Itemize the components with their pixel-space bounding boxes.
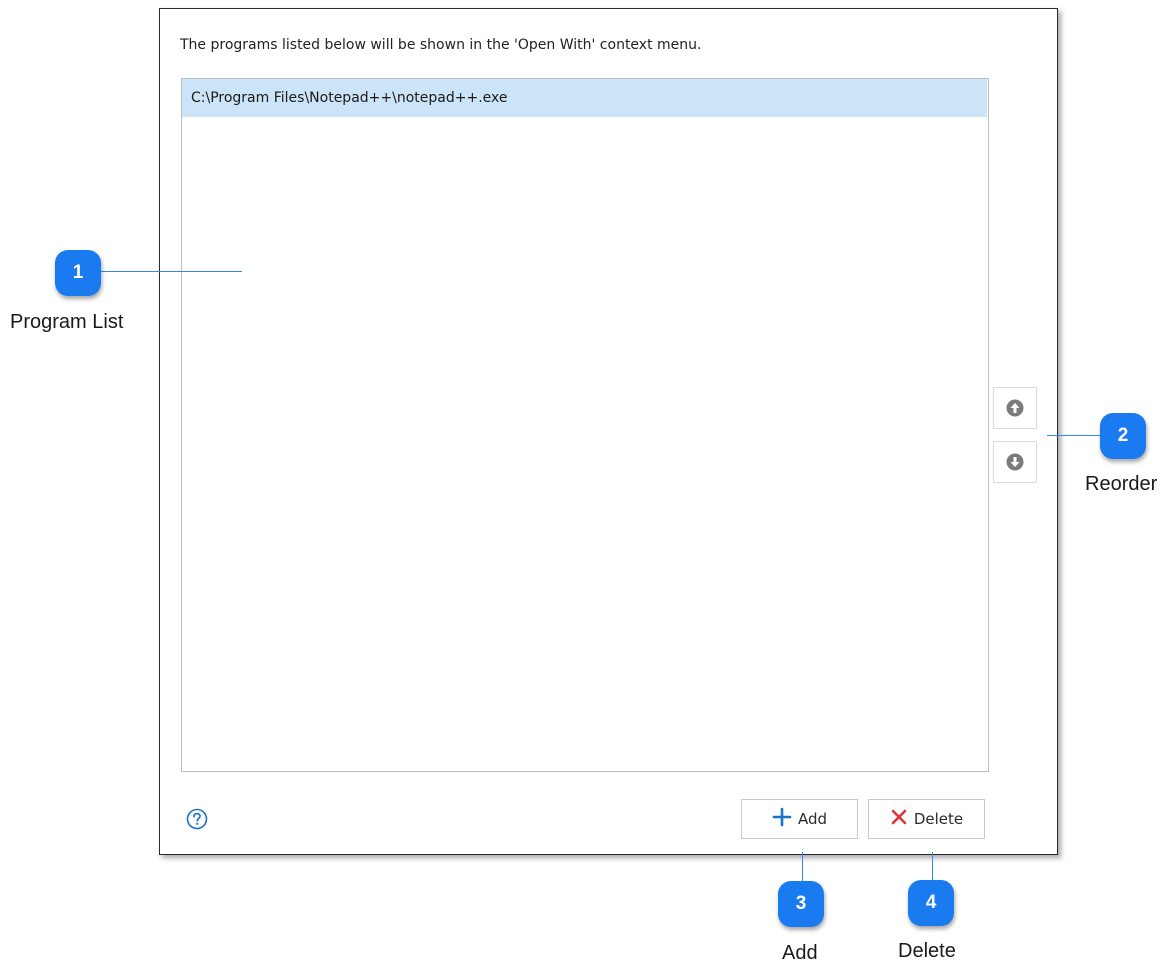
callout-2-leader-line: [1047, 435, 1103, 436]
move-down-button[interactable]: [993, 441, 1037, 483]
question-circle-icon: [186, 808, 208, 834]
plus-icon: [772, 807, 792, 831]
dialog-description: The programs listed below will be shown …: [180, 37, 702, 53]
callout-2-badge: 2: [1100, 413, 1146, 459]
delete-button[interactable]: Delete: [868, 799, 985, 839]
callout-3-badge: 3: [778, 881, 824, 927]
callout-2-label: Reorder: [1085, 473, 1158, 495]
callout-3-label: Add: [782, 942, 818, 964]
program-list[interactable]: C:\Program Files\Notepad++\notepad++.exe: [181, 78, 989, 772]
help-button[interactable]: [186, 808, 208, 830]
list-item[interactable]: C:\Program Files\Notepad++\notepad++.exe: [182, 79, 987, 117]
x-icon: [890, 808, 908, 830]
callout-4-badge: 4: [908, 880, 954, 926]
delete-button-label: Delete: [913, 810, 964, 828]
add-button-label: Add: [797, 810, 828, 828]
add-button[interactable]: Add: [741, 799, 858, 839]
callout-1-leader-line: [100, 271, 242, 272]
callout-4-label: Delete: [898, 940, 956, 962]
callout-1-badge: 1: [55, 250, 101, 296]
move-up-button[interactable]: [993, 387, 1037, 429]
arrow-down-circle-icon: [1005, 452, 1025, 472]
arrow-up-circle-icon: [1005, 398, 1025, 418]
callout-1-label: Program List: [10, 311, 124, 333]
